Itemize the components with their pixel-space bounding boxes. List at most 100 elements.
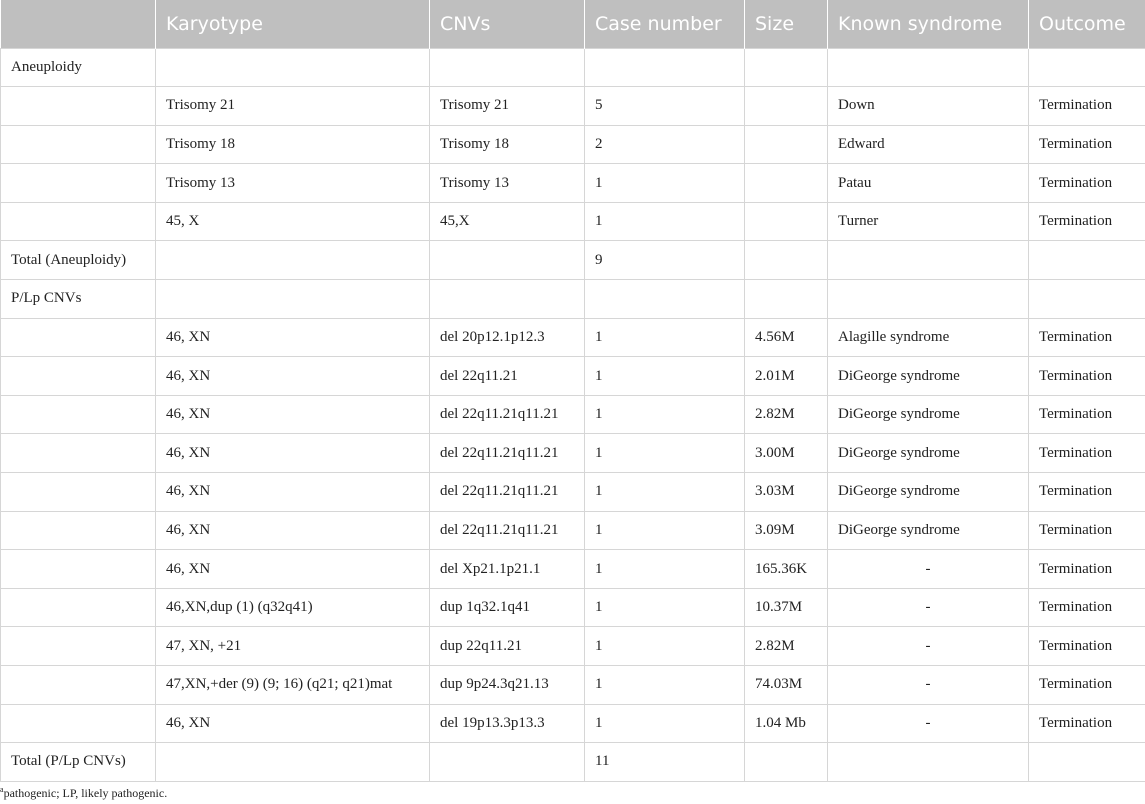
cell-size: 10.37M <box>744 587 828 628</box>
table-row: 46,XN,dup (1) (q32q41) dup 1q32.1q41 1 10.3… <box>0 587 1145 628</box>
cell-size <box>744 742 828 782</box>
table-row: 46, XN del 22q11.21q11.21 1 3.03M DiGeorge s… <box>0 472 1145 512</box>
cell-cnvs <box>429 742 585 782</box>
cell-known-syndrome: - <box>827 587 1029 628</box>
cell-category <box>0 163 156 203</box>
cnv-table: Karyotype CNVs Case number Size Known sy… <box>0 0 1145 782</box>
cell-known-syndrome: DiGeorge syndrome <box>827 510 1029 551</box>
cell-known-syndrome: - <box>827 626 1029 666</box>
cell-category <box>0 433 156 474</box>
cell-case-number: 1 <box>584 356 745 396</box>
cell-cnvs: del 22q11.21q11.21 <box>429 472 585 512</box>
header-category <box>0 0 156 48</box>
cell-known-syndrome: - <box>827 703 1029 744</box>
cell-case-number: 1 <box>584 587 745 628</box>
header-karyotype: Karyotype <box>155 0 430 48</box>
cell-cnvs: del 22q11.21q11.21 <box>429 433 585 474</box>
cell-case-number: 1 <box>584 317 745 358</box>
cell-karyotype <box>155 279 430 319</box>
cell-known-syndrome: DiGeorge syndrome <box>827 433 1029 474</box>
table-row: 46, XN del 22q11.21q11.21 1 2.82M DiGeorge s… <box>0 394 1145 435</box>
cell-known-syndrome: Alagille syndrome <box>827 317 1029 358</box>
cell-outcome: Termination <box>1028 317 1145 358</box>
cell-category <box>0 472 156 512</box>
cell-size <box>744 86 828 126</box>
cell-size: 2.82M <box>744 626 828 666</box>
cell-case-number: 1 <box>584 665 745 705</box>
footnote-text: pathogenic; LP, likely pathogenic. <box>3 786 168 800</box>
cell-case-number: 5 <box>584 86 745 126</box>
cell-category: Aneuploidy <box>0 47 156 88</box>
table-row: Trisomy 13 Trisomy 13 1 Patau Termination <box>0 163 1145 203</box>
cell-outcome: Termination <box>1028 665 1145 705</box>
cell-category <box>0 549 156 589</box>
table-row: 46, XN del 22q11.21q11.21 1 3.00M DiGeorge s… <box>0 433 1145 474</box>
cell-case-number: 1 <box>584 626 745 666</box>
cell-size: 2.82M <box>744 394 828 435</box>
cell-size: 3.00M <box>744 433 828 474</box>
table-row: 46, XN del 19p13.3p13.3 1 1.04 Mb - Terminati… <box>0 703 1145 744</box>
cell-known-syndrome: Edward <box>827 124 1029 165</box>
cell-cnvs: Trisomy 13 <box>429 163 585 203</box>
cell-karyotype: 46,XN,dup (1) (q32q41) <box>155 587 430 628</box>
cell-outcome: Termination <box>1028 472 1145 512</box>
cell-outcome <box>1028 742 1145 782</box>
cell-outcome: Termination <box>1028 587 1145 628</box>
cell-case-number: 1 <box>584 703 745 744</box>
table-row: 47, XN, +21 dup 22q11.21 1 2.82M - Terminatio… <box>0 626 1145 666</box>
cell-size <box>744 240 828 281</box>
table-row: P/Lp CNVs <box>0 279 1145 319</box>
cell-outcome: Termination <box>1028 124 1145 165</box>
cell-karyotype: 46, XN <box>155 356 430 396</box>
cell-category <box>0 317 156 358</box>
cell-karyotype: 47,XN,+der (9) (9; 16) (q21; q21)mat <box>155 665 430 705</box>
cell-known-syndrome: DiGeorge syndrome <box>827 394 1029 435</box>
table-row: 46, XN del 22q11.21q11.21 1 3.09M DiGeorge s… <box>0 510 1145 551</box>
cell-size <box>744 163 828 203</box>
cell-karyotype: 46, XN <box>155 433 430 474</box>
cell-cnvs: del 19p13.3p13.3 <box>429 703 585 744</box>
table-header-row: Karyotype CNVs Case number Size Known sy… <box>0 0 1145 48</box>
cell-known-syndrome: - <box>827 549 1029 589</box>
cell-karyotype: 46, XN <box>155 549 430 589</box>
cell-case-number: 1 <box>584 510 745 551</box>
cell-category <box>0 510 156 551</box>
cell-cnvs <box>429 47 585 88</box>
cell-outcome <box>1028 240 1145 281</box>
cell-outcome: Termination <box>1028 703 1145 744</box>
cell-case-number: 1 <box>584 472 745 512</box>
cell-known-syndrome: Down <box>827 86 1029 126</box>
table-row: Total (Aneuploidy) 9 <box>0 240 1145 281</box>
cell-known-syndrome: DiGeorge syndrome <box>827 472 1029 512</box>
cell-cnvs: 45,X <box>429 201 585 242</box>
table-row: Total (P/Lp CNVs) 11 <box>0 742 1145 782</box>
cell-karyotype: 46, XN <box>155 510 430 551</box>
cell-outcome: Termination <box>1028 433 1145 474</box>
cell-size: 2.01M <box>744 356 828 396</box>
cell-case-number: 1 <box>584 163 745 203</box>
cell-size: 4.56M <box>744 317 828 358</box>
cell-category: P/Lp CNVs <box>0 279 156 319</box>
cell-cnvs: del 22q11.21q11.21 <box>429 394 585 435</box>
cell-karyotype <box>155 240 430 281</box>
cell-cnvs: del 20p12.1p12.3 <box>429 317 585 358</box>
cell-category <box>0 124 156 165</box>
cell-cnvs: dup 9p24.3q21.13 <box>429 665 585 705</box>
cell-cnvs: Trisomy 21 <box>429 86 585 126</box>
cell-size <box>744 279 828 319</box>
cell-category <box>0 665 156 705</box>
header-size: Size <box>744 0 828 48</box>
cell-category <box>0 587 156 628</box>
cell-category: Total (Aneuploidy) <box>0 240 156 281</box>
header-case-number: Case number <box>584 0 745 48</box>
cell-size: 1.04 Mb <box>744 703 828 744</box>
cell-size: 3.09M <box>744 510 828 551</box>
cell-case-number: 1 <box>584 201 745 242</box>
cell-cnvs: del 22q11.21q11.21 <box>429 510 585 551</box>
cell-known-syndrome: DiGeorge syndrome <box>827 356 1029 396</box>
table-row: Trisomy 18 Trisomy 18 2 Edward Termination <box>0 124 1145 165</box>
header-known-syndrome: Known syndrome <box>827 0 1029 48</box>
cell-size: 74.03M <box>744 665 828 705</box>
cell-karyotype: Trisomy 21 <box>155 86 430 126</box>
cell-cnvs: dup 22q11.21 <box>429 626 585 666</box>
